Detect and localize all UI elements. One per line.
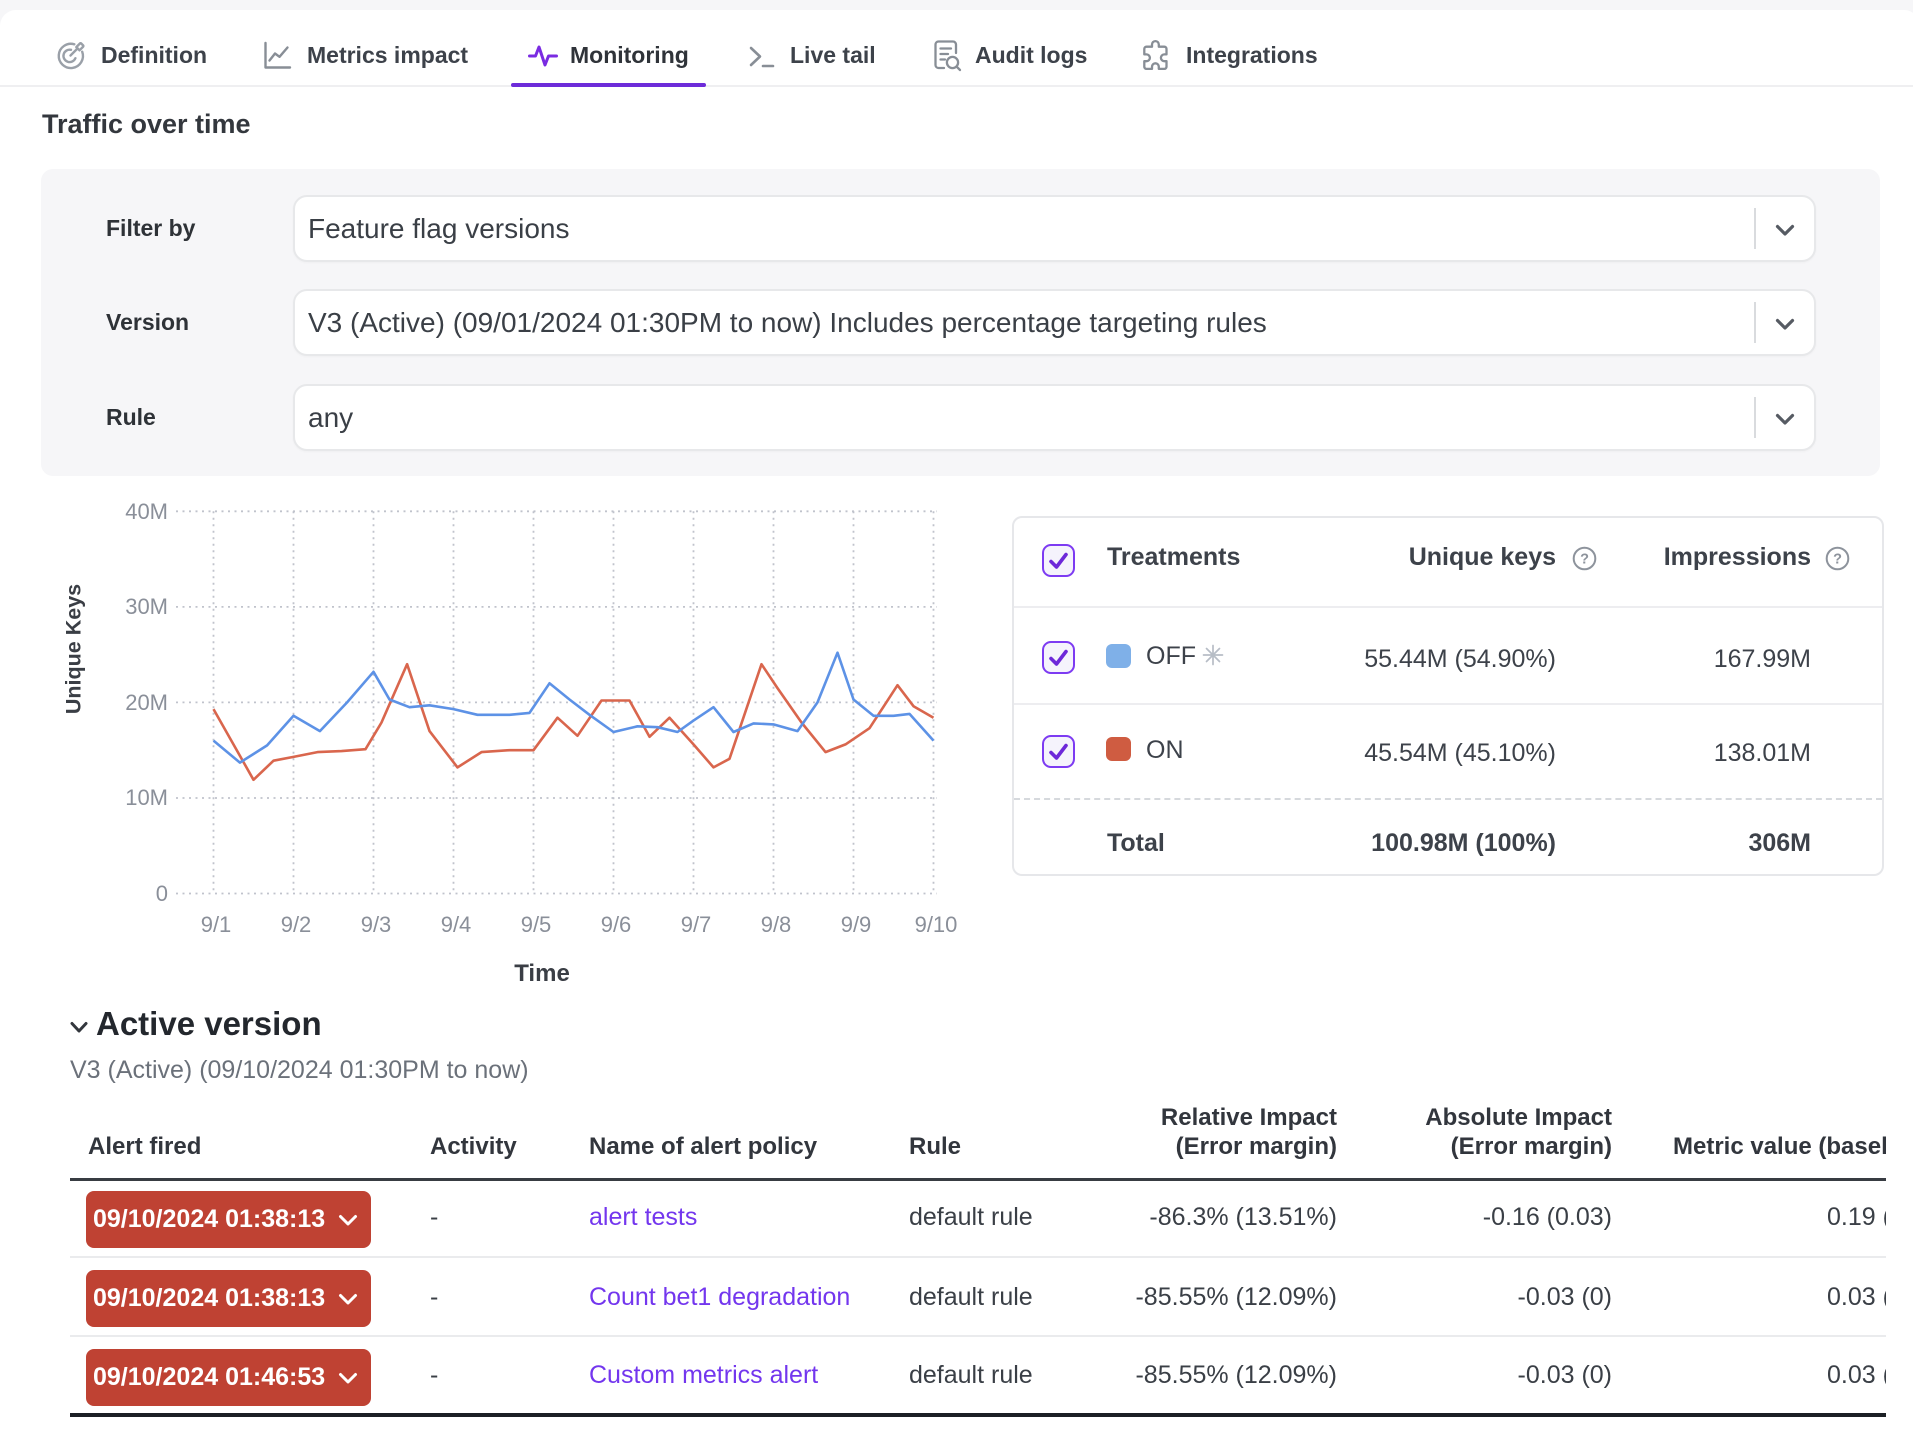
- svg-text:?: ?: [1833, 551, 1842, 567]
- svg-text:?: ?: [1580, 551, 1589, 567]
